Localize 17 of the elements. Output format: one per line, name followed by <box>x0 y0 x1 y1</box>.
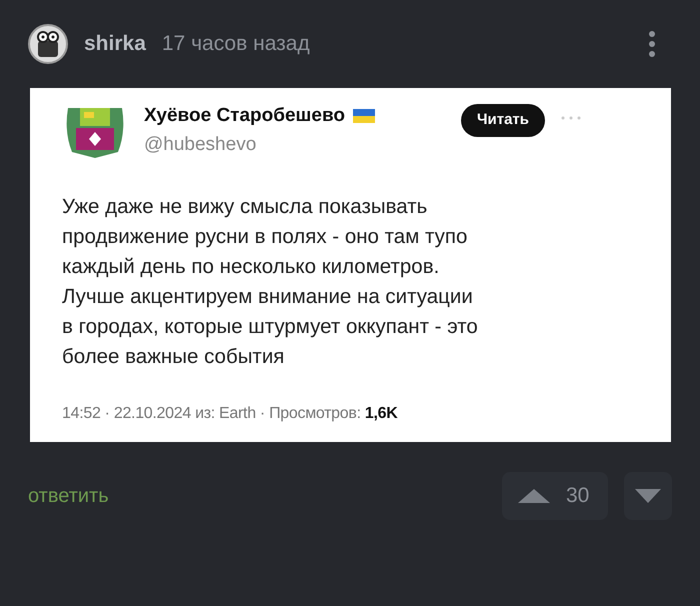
downvote-icon <box>635 489 661 503</box>
post-text: Уже даже не вижу смысла показывать продвижение русни в полях - оно там тупо каждый день по несколько километров. Лучше акцентируем внимание на ситуации в городах, которые штурмует оккупант - это более важные события <box>62 194 479 370</box>
more-icon <box>561 116 582 120</box>
flag-icon <box>352 109 375 124</box>
post-time: 17 часов назад <box>162 31 310 58</box>
author-name[interactable]: shirka <box>84 28 146 60</box>
account-name: Хуёвое Старобешево <box>144 104 345 128</box>
more-icon[interactable] <box>648 30 656 58</box>
follow-button[interactable]: Читать <box>460 104 546 136</box>
upvote-button[interactable]: 30 <box>502 472 608 520</box>
upvote-icon <box>518 489 550 503</box>
post-meta: 14:52 · 22.10.2024 из: Earth · Просмотров: 1,6K <box>62 404 398 424</box>
reply-link[interactable]: ответить <box>28 481 109 511</box>
downvote-button[interactable] <box>624 472 672 520</box>
account-handle: @hubeshevo <box>144 132 258 156</box>
avatar-icon <box>28 24 68 64</box>
rating-count: 30 <box>566 483 590 510</box>
